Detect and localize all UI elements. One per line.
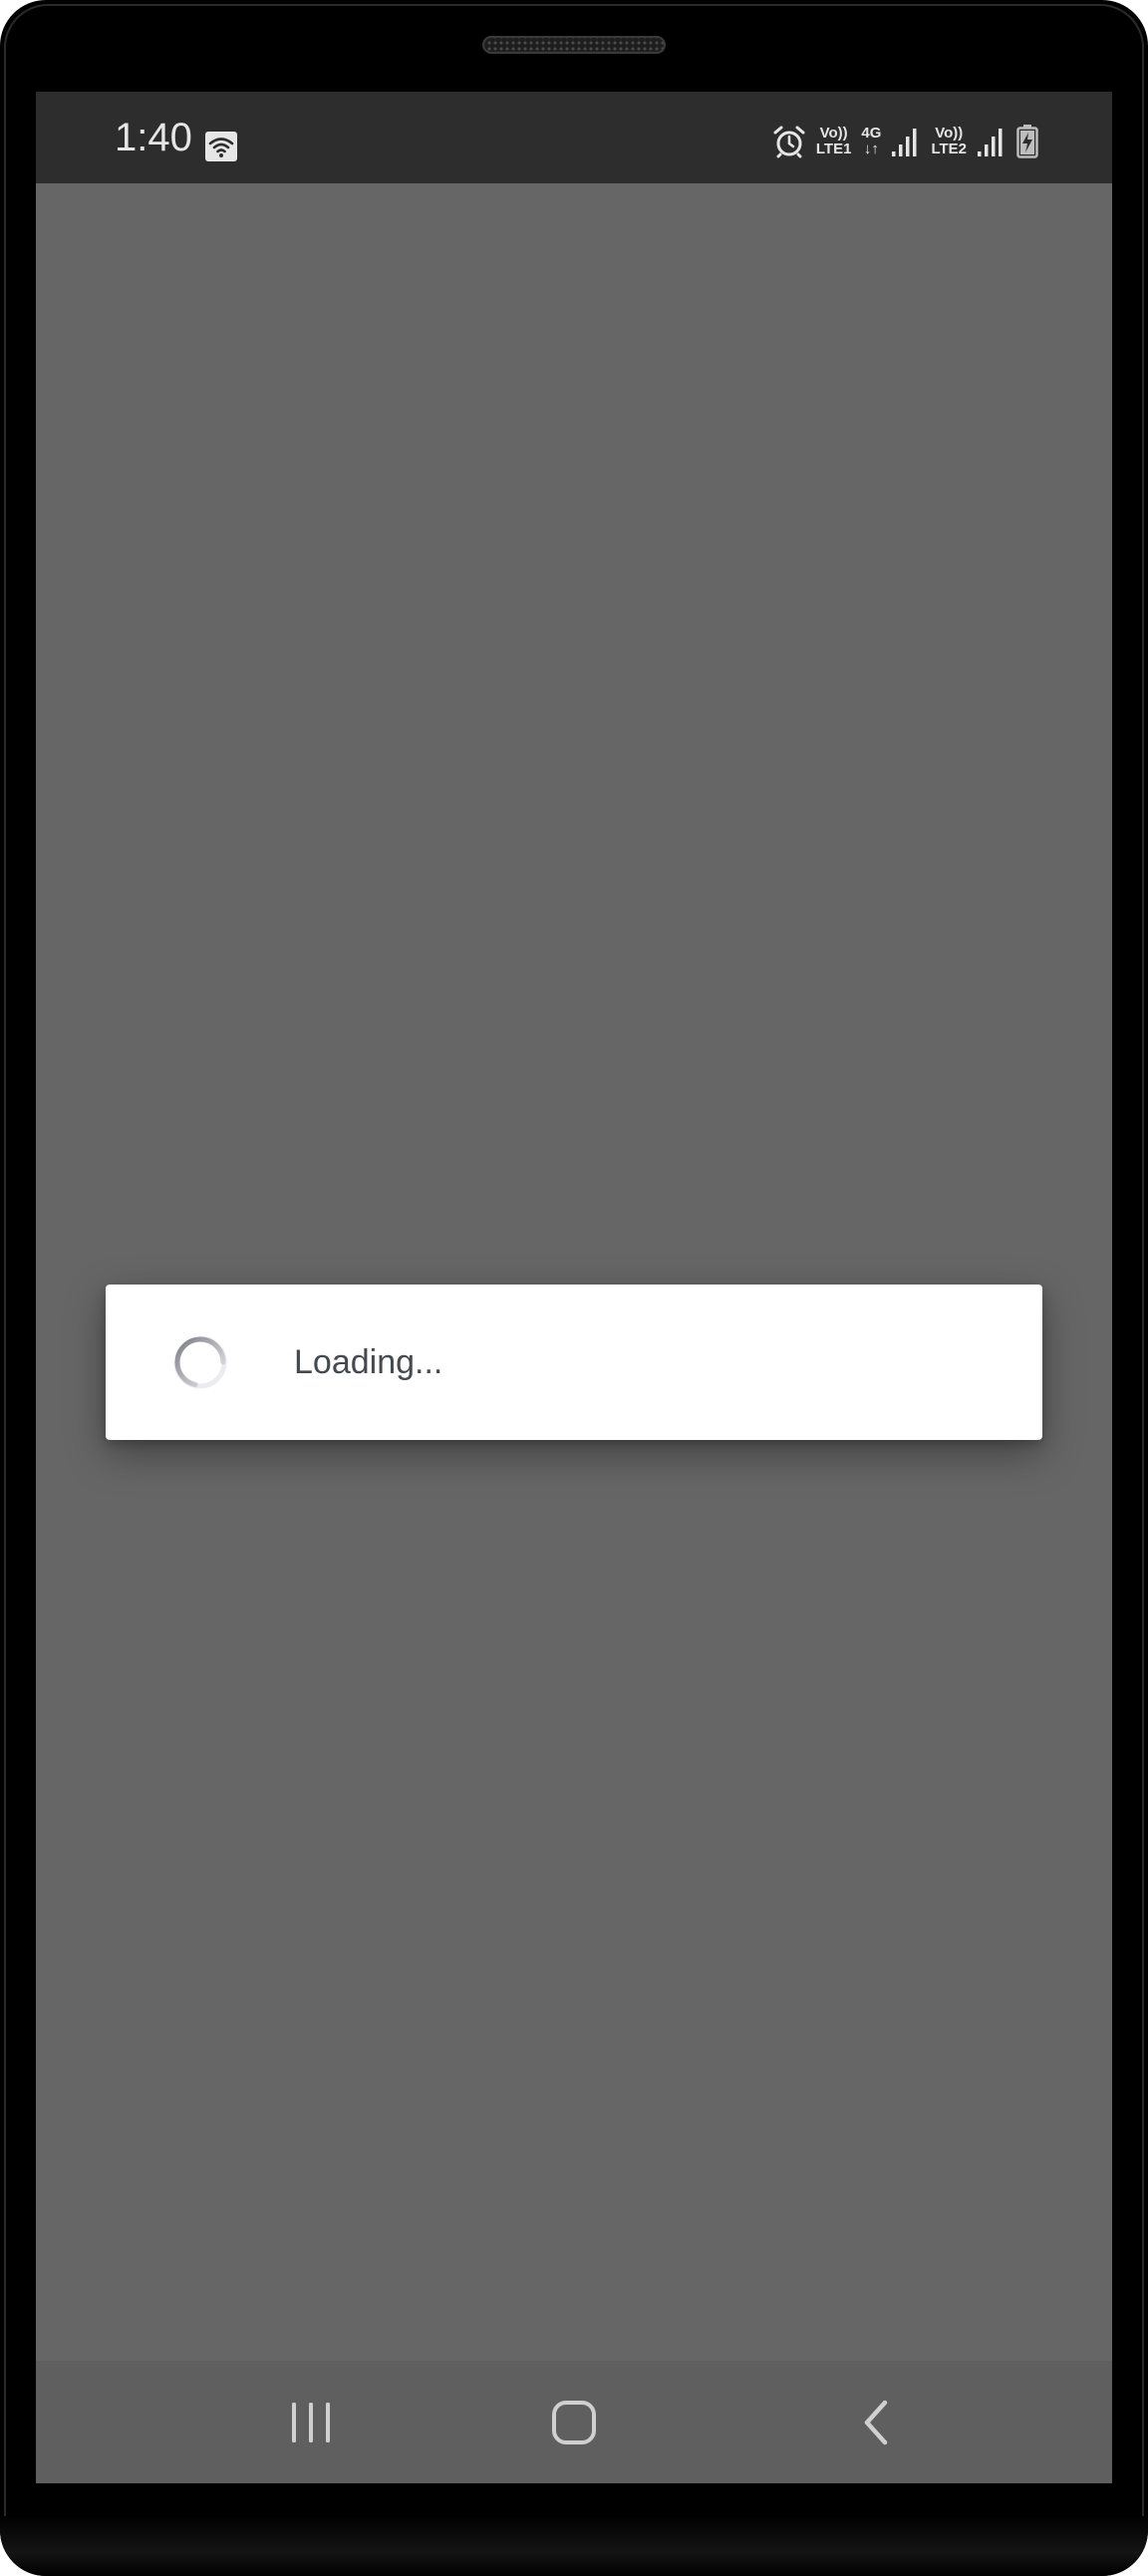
sim2-volte-indicator: Vo)) LTE2 [931, 126, 967, 157]
signal-icon-sim2 [978, 129, 1003, 156]
loading-message: Loading... [294, 1343, 443, 1381]
status-bar: 1:40 Vo)) LTE1 4G ↓↑ Vo)) LTE2 [36, 92, 1112, 183]
signal-icon [892, 129, 917, 156]
recent-apps-icon [292, 2403, 330, 2442]
network-type-indicator: 4G ↓↑ [861, 126, 881, 157]
sim2-volte-label: Vo)) [935, 125, 964, 142]
network-type-label: 4G [861, 125, 882, 142]
status-icons: Vo)) LTE1 4G ↓↑ Vo)) LTE2 [772, 122, 1038, 161]
recent-apps-button[interactable] [275, 2391, 347, 2454]
battery-charging-icon [1016, 125, 1038, 158]
status-time: 1:40 [115, 116, 192, 159]
home-button[interactable] [538, 2391, 610, 2454]
wifi-icon [205, 132, 237, 161]
loading-spinner-icon [173, 1335, 227, 1389]
earpiece-speaker [482, 36, 666, 54]
sim1-volte-label: Vo)) [819, 125, 848, 142]
sim1-volte-indicator: Vo)) LTE1 [816, 126, 852, 157]
sim1-lte-label: LTE1 [815, 141, 852, 157]
back-icon [864, 2400, 888, 2445]
dimmed-app-content: Loading... [36, 183, 1112, 2361]
sim2-lte-label: LTE2 [931, 141, 967, 157]
phone-bottom-bezel [0, 2516, 1148, 2576]
alarm-icon [773, 126, 805, 158]
data-activity-arrows: ↓↑ [863, 141, 879, 157]
navigation-bar [36, 2361, 1112, 2483]
home-icon [552, 2401, 596, 2444]
phone-frame: 1:40 Vo)) LTE1 4G ↓↑ Vo)) LTE2 Loading..… [0, 0, 1148, 2576]
phone-screen: 1:40 Vo)) LTE1 4G ↓↑ Vo)) LTE2 Loading..… [36, 92, 1112, 2483]
back-button[interactable] [841, 2391, 913, 2454]
loading-dialog: Loading... [106, 1285, 1042, 1440]
